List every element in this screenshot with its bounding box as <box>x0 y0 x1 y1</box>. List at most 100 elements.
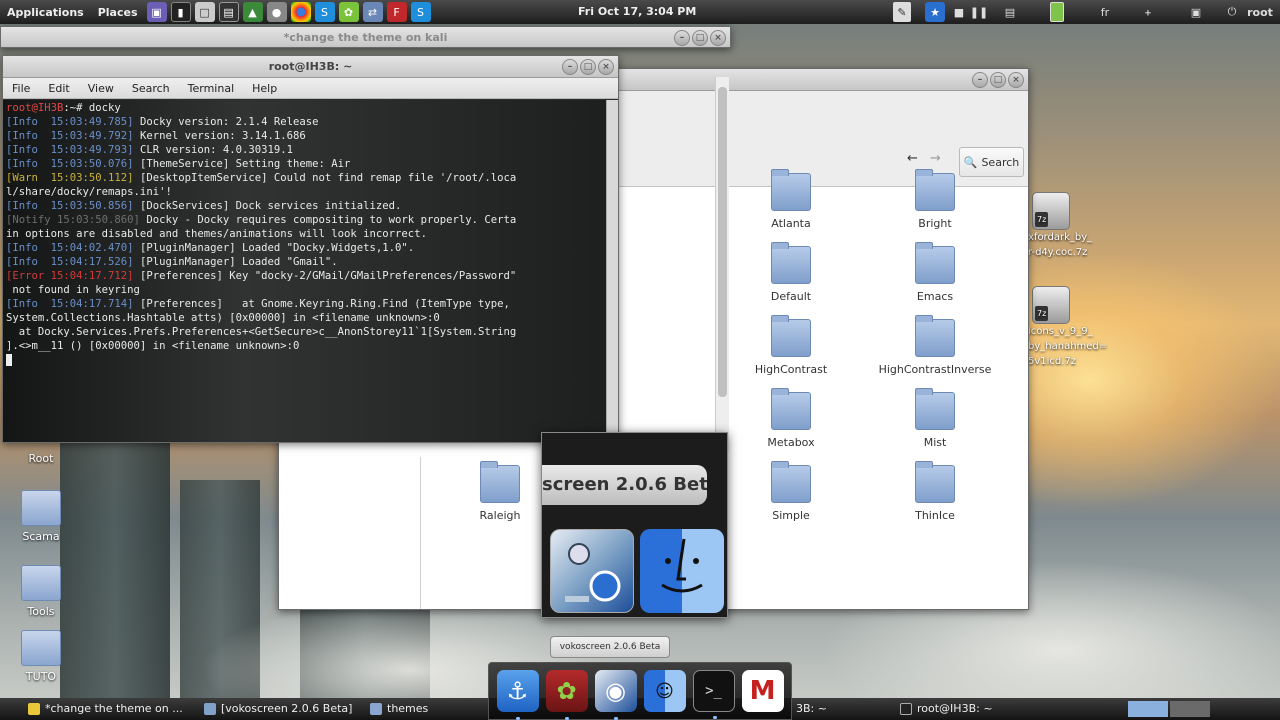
display-icon[interactable]: ▣ <box>1186 2 1206 22</box>
leaf-icon[interactable]: ✿ <box>545 670 588 720</box>
task-themes[interactable]: themes <box>366 698 486 720</box>
folder-thinice[interactable]: ThinIce <box>880 461 990 522</box>
file-manager-sidebar <box>279 457 421 609</box>
scrollbar-thumb[interactable] <box>718 87 727 397</box>
minimize-icon[interactable]: – <box>674 30 690 46</box>
places-menu[interactable]: Places <box>91 6 145 19</box>
folder-icon <box>915 169 955 211</box>
desktop-folder-tools[interactable]: Tools <box>6 565 76 618</box>
maximize-icon[interactable]: □ <box>580 59 596 75</box>
folder-highcontrastinverse[interactable]: HighContrastInverse <box>865 315 1005 376</box>
desktop-archive[interactable]: 7z xfordark_by_ r-d4y.coc.7z <box>1028 192 1112 260</box>
minimize-icon[interactable]: – <box>562 59 578 75</box>
log-message: [Preferences] Key "docky-2/GMail/GMailPr… <box>133 270 517 282</box>
leaf-launcher-icon[interactable]: ✿ <box>338 2 359 22</box>
desktop-icon-root[interactable]: Root <box>6 452 76 465</box>
terminal-line: [Info 15:03:50.856] [DockServices] Dock … <box>6 199 604 213</box>
filezilla-launcher-icon[interactable]: F <box>386 2 407 22</box>
menu-terminal[interactable]: Terminal <box>179 82 244 95</box>
folder-task-icon <box>370 703 382 715</box>
log-level-prefix: [Info 15:03:50.076] <box>6 158 134 170</box>
finder-icon[interactable] <box>640 529 724 613</box>
skype-launcher-icon[interactable]: S <box>410 2 431 22</box>
desktop-folder-tuto[interactable]: TUTO <box>6 630 76 683</box>
close-icon[interactable]: × <box>1008 72 1024 88</box>
maximize-icon[interactable]: □ <box>692 30 708 46</box>
app-launcher-icon[interactable]: ▣ <box>146 2 167 22</box>
menu-search[interactable]: Search <box>123 82 179 95</box>
network-tray-icon[interactable]: ▤ <box>1000 2 1020 22</box>
archive-label: r-d4y.coc.7z <box>1028 247 1088 258</box>
record-pause-icon[interactable]: ❚❚ <box>970 2 988 22</box>
close-icon[interactable]: × <box>710 30 726 46</box>
folder-raleigh[interactable]: Raleigh <box>445 461 555 522</box>
applications-menu[interactable]: Applications <box>0 6 91 19</box>
editor-window[interactable]: *change the theme on kali – □ × <box>0 26 731 48</box>
finder-icon[interactable]: ☺ <box>643 670 686 712</box>
tree-launcher-icon[interactable]: ▲ <box>242 2 263 22</box>
terminal-line: at Docky.Services.Prefs.Preferences+<Get… <box>6 325 604 339</box>
folder-icon <box>771 169 811 211</box>
menu-edit[interactable]: Edit <box>39 82 78 95</box>
terminal-output[interactable]: root@IH3B:~# docky [Info 15:03:49.785] Do… <box>3 100 607 442</box>
chrome-launcher-icon[interactable] <box>290 2 311 22</box>
monitor-launcher-icon[interactable]: ▤ <box>218 2 239 22</box>
terminal-icon[interactable]: >_ <box>692 670 735 719</box>
folder-atlanta[interactable]: Atlanta <box>736 169 846 230</box>
keyboard-layout[interactable]: fr <box>1096 2 1114 22</box>
dock-app-popup[interactable]: screen 2.0.6 Beta <box>541 432 728 618</box>
updates-icon[interactable]: ✎ <box>893 2 911 22</box>
folder-default[interactable]: Default <box>736 242 846 303</box>
gmail-icon[interactable]: M <box>741 670 784 712</box>
power-icon[interactable]: ⏻ <box>1225 2 1239 22</box>
back-arrow-icon[interactable]: ← <box>907 151 918 166</box>
menu-file[interactable]: File <box>3 82 39 95</box>
maximize-icon[interactable]: □ <box>990 72 1006 88</box>
skype-launcher-icon[interactable]: S <box>314 2 335 22</box>
folder-highcontrast[interactable]: HighContrast <box>736 315 846 376</box>
task-terminal-partial[interactable]: 3B: ~ <box>792 698 882 720</box>
folder-bright[interactable]: Bright <box>880 169 990 230</box>
user-menu[interactable]: root <box>1243 2 1277 22</box>
bluetooth-icon[interactable]: ᚐ <box>1140 2 1156 22</box>
folder-icon <box>21 565 61 601</box>
log-message: Docky - Docky requires compositing to wo… <box>139 214 517 226</box>
editor-titlebar[interactable]: *change the theme on kali – □ × <box>1 27 730 47</box>
file-manager-scrollbar[interactable] <box>715 77 729 452</box>
log-level-prefix: [Info 15:03:50.856] <box>6 200 134 212</box>
workspace-switcher[interactable] <box>1128 701 1168 717</box>
record-stop-icon[interactable]: ■ <box>952 2 966 22</box>
close-icon[interactable]: × <box>598 59 614 75</box>
gimp-launcher-icon[interactable]: ● <box>266 2 287 22</box>
terminal-line: in options are disabled and themes/anima… <box>6 227 604 241</box>
folder-simple[interactable]: Simple <box>736 461 846 522</box>
folder-label: Raleigh <box>479 509 521 522</box>
task-terminal[interactable]: root@IH3B: ~ <box>896 698 1026 720</box>
log-level-prefix: root@IH3B <box>6 102 64 114</box>
anchor-icon[interactable]: ⚓ <box>496 670 539 720</box>
screenshot-launcher-icon[interactable]: □ <box>194 2 215 22</box>
task-label: 3B: ~ <box>796 702 827 715</box>
network-launcher-icon[interactable]: ⇄ <box>362 2 383 22</box>
folder-emacs[interactable]: Emacs <box>880 242 990 303</box>
forward-arrow-icon[interactable]: → <box>930 151 941 166</box>
vokoscreen-icon[interactable] <box>550 529 634 613</box>
vokoscreen-icon[interactable]: ◉ <box>594 670 637 720</box>
menu-help[interactable]: Help <box>243 82 286 95</box>
desktop-folder-scama[interactable]: Scama <box>6 490 76 543</box>
terminal-window[interactable]: root@IH3B: ~ – □ × File Edit View Search… <box>2 55 619 443</box>
folder-mist[interactable]: Mist <box>880 388 990 449</box>
terminal-titlebar[interactable]: root@IH3B: ~ – □ × <box>3 56 618 78</box>
task-vokoscreen[interactable]: [vokoscreen 2.0.6 Beta] <box>200 698 360 720</box>
folder-metabox[interactable]: Metabox <box>736 388 846 449</box>
desktop-archive[interactable]: 7z icons_v_9_9_ by_hanahmed= 5v1icd.7z <box>1028 286 1112 369</box>
bluetooth-tray-icon[interactable]: ★ <box>925 2 945 22</box>
minimize-icon[interactable]: – <box>972 72 988 88</box>
task-editor[interactable]: *change the theme on ... <box>24 698 204 720</box>
battery-icon[interactable] <box>1050 2 1064 22</box>
clock[interactable]: Fri Oct 17, 3:04 PM <box>578 0 696 24</box>
terminal-scrollbar[interactable] <box>606 100 618 442</box>
menu-view[interactable]: View <box>79 82 123 95</box>
workspace-switcher[interactable] <box>1170 701 1210 717</box>
terminal-launcher-icon[interactable]: ▮ <box>170 2 191 22</box>
